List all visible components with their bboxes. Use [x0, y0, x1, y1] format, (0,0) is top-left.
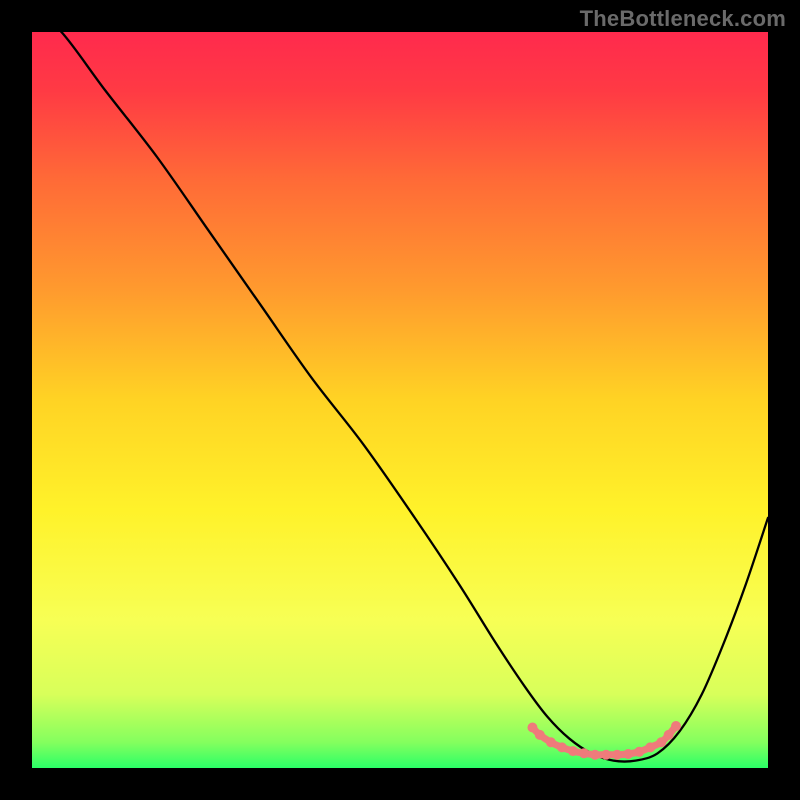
highlight-dot: [527, 723, 537, 733]
highlight-dot: [671, 721, 681, 731]
highlight-dot: [645, 742, 655, 752]
highlight-dot: [656, 737, 666, 747]
highlight-dot: [623, 749, 633, 759]
watermark-label: TheBottleneck.com: [580, 6, 786, 32]
gradient-background: [32, 32, 768, 768]
highlight-dot: [664, 730, 674, 740]
chart-canvas: [32, 32, 768, 768]
highlight-dot: [590, 750, 600, 760]
highlight-dot: [535, 730, 545, 740]
highlight-dot: [634, 747, 644, 757]
plot-area: [32, 32, 768, 768]
highlight-dot: [557, 742, 567, 752]
highlight-dot: [601, 750, 611, 760]
highlight-dot: [546, 737, 556, 747]
highlight-dot: [579, 748, 589, 758]
chart-frame: TheBottleneck.com: [0, 0, 800, 800]
highlight-dot: [568, 746, 578, 756]
highlight-dot: [612, 750, 622, 760]
